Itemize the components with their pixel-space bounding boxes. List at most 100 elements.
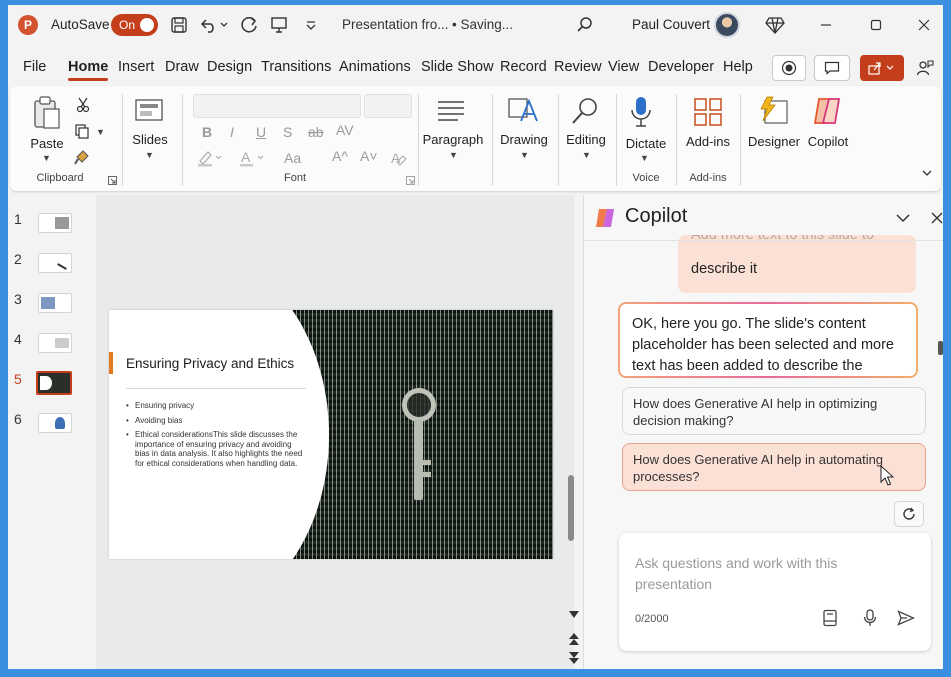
paragraph-icon[interactable] xyxy=(434,96,468,126)
slide-thumbnail-6[interactable] xyxy=(38,413,72,433)
collapse-ribbon-icon[interactable] xyxy=(920,166,934,180)
avatar[interactable] xyxy=(714,12,740,38)
designer-icon[interactable] xyxy=(756,94,790,128)
character-spacing-button[interactable]: AV xyxy=(336,122,354,138)
redo-icon[interactable] xyxy=(238,14,260,36)
save-icon[interactable] xyxy=(168,14,190,36)
addins-label[interactable]: Add-ins xyxy=(678,134,738,149)
tab-view[interactable]: View xyxy=(608,59,639,75)
tab-review[interactable]: Review xyxy=(554,59,602,75)
slide-thumbnail-5[interactable] xyxy=(36,371,72,395)
slide-thumbnail-2[interactable] xyxy=(38,253,72,273)
shadow-button[interactable]: S xyxy=(283,124,292,140)
slide-canvas[interactable]: Ensuring Privacy and Ethics Ensuring pri… xyxy=(96,195,574,669)
chevron-down-icon[interactable] xyxy=(894,209,912,227)
slides-icon[interactable] xyxy=(132,96,166,126)
slide-content-placeholder[interactable]: Ensuring privacy Avoiding bias Ethical c… xyxy=(126,401,306,474)
font-color-icon[interactable]: A xyxy=(238,148,266,168)
customize-toolbar-icon[interactable] xyxy=(300,14,322,36)
drawing-icon[interactable] xyxy=(506,94,540,128)
slide-title[interactable]: Ensuring Privacy and Ethics xyxy=(126,356,294,371)
user-name[interactable]: Paul Couvert xyxy=(632,17,710,32)
current-slide[interactable]: Ensuring Privacy and Ethics Ensuring pri… xyxy=(109,310,553,559)
tab-record[interactable]: Record xyxy=(500,59,547,75)
change-case-button[interactable]: Aa xyxy=(284,150,301,166)
copy-icon[interactable] xyxy=(72,122,92,140)
microphone-input-icon[interactable] xyxy=(859,607,881,629)
share-button[interactable] xyxy=(860,55,904,81)
diamond-icon[interactable] xyxy=(764,14,786,36)
close-pane-icon[interactable] xyxy=(928,209,943,227)
suggestion-button-optimizing[interactable]: How does Generative AI help in optimizin… xyxy=(622,387,926,435)
dictate-dropdown-icon[interactable]: ▼ xyxy=(640,153,649,163)
paste-dropdown-icon[interactable]: ▼ xyxy=(42,153,51,163)
format-painter-icon[interactable] xyxy=(72,148,92,166)
cut-icon[interactable] xyxy=(74,96,92,114)
chat-scrollbar-thumb[interactable] xyxy=(938,341,943,355)
font-size-box[interactable] xyxy=(364,94,412,118)
tab-transitions[interactable]: Transitions xyxy=(261,59,331,75)
paste-icon[interactable] xyxy=(30,94,64,132)
copy-dropdown-icon[interactable]: ▼ xyxy=(96,127,105,137)
addins-icon[interactable] xyxy=(692,96,724,128)
present-icon[interactable] xyxy=(268,14,290,36)
close-icon[interactable] xyxy=(914,15,934,35)
tab-help[interactable]: Help xyxy=(723,59,753,75)
slide-thumbnail-1[interactable] xyxy=(38,213,72,233)
editing-icon[interactable] xyxy=(568,94,602,128)
highlighter-icon[interactable] xyxy=(195,148,223,168)
editing-label[interactable]: Editing xyxy=(558,132,614,147)
document-title[interactable]: Presentation fro... xyxy=(342,17,449,32)
previous-slide-icon[interactable] xyxy=(567,632,581,646)
clipboard-launcher-icon[interactable] xyxy=(106,174,118,186)
editing-dropdown-icon[interactable]: ▼ xyxy=(582,150,591,160)
slide-thumbnail-4[interactable] xyxy=(38,333,72,353)
tab-home[interactable]: Home xyxy=(68,59,109,81)
tab-design[interactable]: Design xyxy=(207,59,252,75)
autosave-toggle[interactable]: On xyxy=(111,14,158,36)
search-icon[interactable] xyxy=(574,14,596,36)
paragraph-label[interactable]: Paragraph xyxy=(418,132,488,147)
tab-developer[interactable]: Developer xyxy=(648,59,714,75)
tab-file[interactable]: File xyxy=(23,59,46,75)
designer-label[interactable]: Designer xyxy=(744,134,804,149)
minimize-icon[interactable] xyxy=(816,15,836,35)
scroll-down-icon[interactable] xyxy=(567,609,581,621)
strikethrough-button[interactable]: ab xyxy=(308,124,324,140)
decrease-font-size-button[interactable]: A˅ xyxy=(360,148,378,164)
increase-font-size-button[interactable]: A^ xyxy=(332,148,348,164)
clear-formatting-icon[interactable]: A xyxy=(388,148,410,168)
slides-dropdown-icon[interactable]: ▼ xyxy=(145,150,154,160)
undo-dropdown-icon[interactable] xyxy=(218,14,230,36)
tab-draw[interactable]: Draw xyxy=(165,59,199,75)
chat-input[interactable]: Ask questions and work with this present… xyxy=(619,533,931,651)
undo-icon[interactable] xyxy=(198,14,220,36)
paste-label[interactable]: Paste xyxy=(30,136,64,151)
bold-button[interactable]: B xyxy=(202,124,212,140)
slides-label[interactable]: Slides xyxy=(126,132,174,147)
microphone-icon[interactable] xyxy=(626,94,656,130)
next-slide-icon[interactable] xyxy=(567,651,581,665)
person-feedback-icon[interactable] xyxy=(914,57,936,79)
copilot-icon[interactable] xyxy=(810,94,844,128)
drawing-label[interactable]: Drawing xyxy=(494,132,554,147)
refresh-suggestions-button[interactable] xyxy=(894,501,924,527)
font-launcher-icon[interactable] xyxy=(404,174,416,186)
paragraph-dropdown-icon[interactable]: ▼ xyxy=(449,150,458,160)
underline-button[interactable]: U xyxy=(256,124,266,140)
tab-animations[interactable]: Animations xyxy=(339,59,411,75)
prompt-guide-icon[interactable] xyxy=(819,607,841,629)
slide-thumbnail-3[interactable] xyxy=(38,293,72,313)
italic-button[interactable]: I xyxy=(230,124,234,140)
comments-button[interactable] xyxy=(814,55,850,81)
dictate-label[interactable]: Dictate xyxy=(616,136,676,151)
maximize-icon[interactable] xyxy=(866,15,886,35)
tab-slide-show[interactable]: Slide Show xyxy=(421,59,494,75)
drawing-dropdown-icon[interactable]: ▼ xyxy=(520,150,529,160)
font-name-box[interactable] xyxy=(193,94,361,118)
copilot-label[interactable]: Copilot xyxy=(802,134,854,149)
tab-insert[interactable]: Insert xyxy=(118,59,154,75)
canvas-scrollbar-thumb[interactable] xyxy=(568,475,574,541)
send-icon[interactable] xyxy=(895,607,917,629)
record-button[interactable] xyxy=(772,55,806,81)
